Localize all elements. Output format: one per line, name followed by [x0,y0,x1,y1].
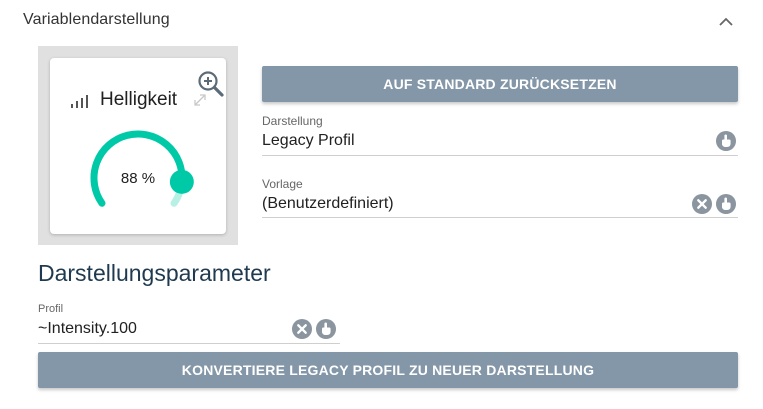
gauge-fill [90,130,186,207]
clear-icon[interactable] [292,319,312,339]
pointer-hand-icon[interactable] [716,194,736,214]
darstellung-field[interactable]: Darstellung Legacy Profil [262,114,738,156]
signal-strength-icon [70,94,92,113]
pointer-hand-icon[interactable] [716,131,736,151]
gauge-knob [169,169,194,194]
vorlage-underline [262,217,738,218]
tile-title: Helligkeit [100,89,178,110]
expand-icon[interactable] [193,93,207,112]
vorlage-value[interactable]: (Benutzerdefiniert) [262,195,394,213]
profil-underline [38,343,340,344]
profil-value[interactable]: ~Intensity.100 [38,320,137,338]
preview-tile[interactable]: Helligkeit 88 % [50,58,226,234]
convert-legacy-profile-button[interactable]: KONVERTIERE LEGACY PROFIL ZU NEUER DARST… [38,352,738,388]
section-title: Variablendarstellung [23,11,170,28]
clear-icon[interactable] [692,194,712,214]
darstellung-value[interactable]: Legacy Profil [262,132,355,150]
reset-to-default-button[interactable]: AUF STANDARD ZURÜCKSETZEN [262,66,738,102]
section-header[interactable]: Variablendarstellung [0,0,763,44]
pointer-hand-icon[interactable] [316,319,336,339]
gauge-value: 88 % [120,170,156,187]
darstellung-underline [262,155,738,156]
profil-label: Profil [38,303,64,315]
parameters-heading: Darstellungsparameter [38,260,271,286]
chevron-up-icon[interactable] [714,10,738,34]
darstellung-label: Darstellung [262,114,323,128]
preview-area: Helligkeit 88 % [38,46,238,245]
profil-field[interactable]: Profil ~Intensity.100 [38,303,340,345]
vorlage-label: Vorlage [262,177,303,191]
vorlage-field[interactable]: Vorlage (Benutzerdefiniert) [262,177,738,219]
